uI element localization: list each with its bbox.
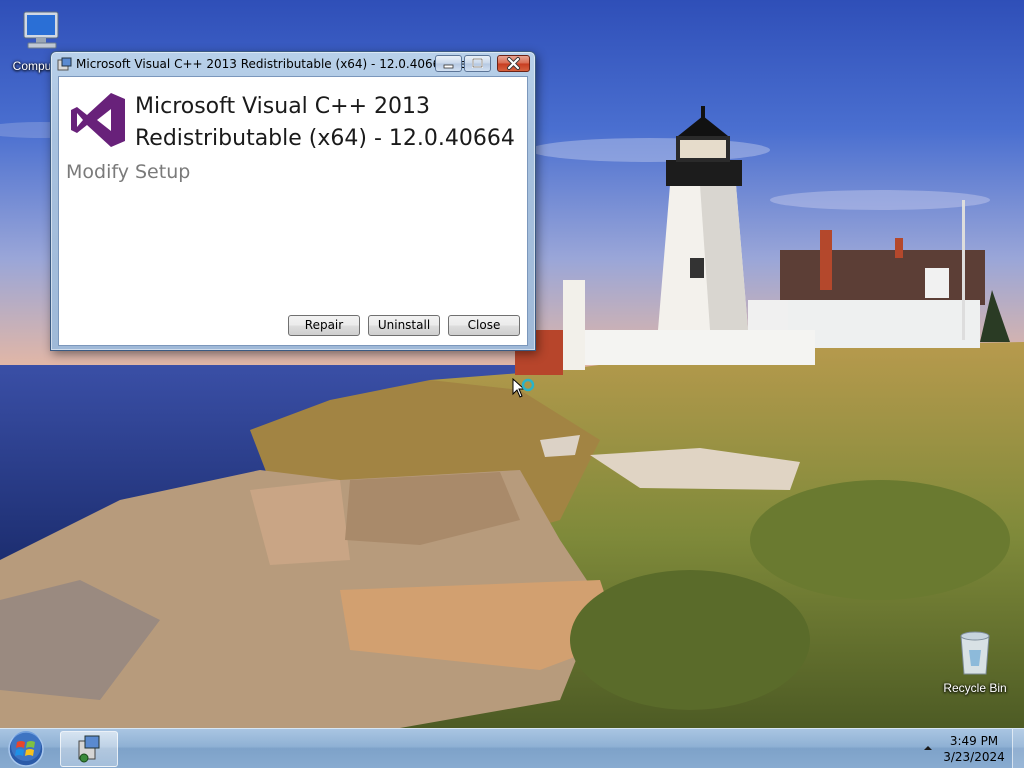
desktop-icon-label: Recycle Bin: [943, 681, 1007, 695]
computer-icon: [4, 10, 74, 57]
window-client-area: Microsoft Visual C++ 2013 Redistributabl…: [58, 76, 528, 346]
clock-time: 3:49 PM: [949, 734, 999, 748]
taskbar: 3:49 PM 3/23/2024: [0, 728, 1024, 768]
window-title: Microsoft Visual C++ 2013 Redistributabl…: [76, 57, 487, 71]
desktop-icon-recycle-bin[interactable]: Recycle Bin: [940, 630, 1010, 695]
maximize-button[interactable]: [464, 55, 491, 72]
maximize-icon: [472, 58, 483, 68]
clock-date: 3/23/2024: [943, 750, 1005, 764]
minimize-icon: [443, 64, 454, 69]
start-button[interactable]: [4, 730, 48, 768]
close-icon: [507, 57, 520, 70]
recycle-bin-icon: [940, 630, 1010, 679]
repair-button[interactable]: Repair: [288, 315, 360, 336]
setup-app-icon: [57, 57, 72, 72]
window-titlebar[interactable]: Microsoft Visual C++ 2013 Redistributabl…: [51, 52, 535, 76]
minimize-button[interactable]: [435, 55, 462, 72]
taskbar-clock[interactable]: 3:49 PM 3/23/2024: [940, 733, 1008, 765]
setup-window: Microsoft Visual C++ 2013 Redistributabl…: [50, 51, 536, 351]
product-title-line1: Microsoft Visual C++ 2013: [135, 94, 430, 119]
taskbar-item-setup[interactable]: [60, 731, 118, 767]
product-title: Microsoft Visual C++ 2013 Redistributabl…: [135, 91, 515, 155]
show-desktop-button[interactable]: [1012, 729, 1024, 768]
page-title: Modify Setup: [66, 161, 191, 183]
show-hidden-icons-icon[interactable]: [922, 742, 934, 754]
uninstall-button[interactable]: Uninstall: [368, 315, 440, 336]
visual-studio-logo-icon: [69, 91, 127, 149]
product-title-line2: Redistributable (x64) - 12.0.40664: [135, 126, 515, 151]
setup-installer-icon: [78, 735, 100, 763]
window-close-button[interactable]: [497, 55, 530, 72]
close-button[interactable]: Close: [448, 315, 520, 336]
windows-start-icon: [8, 731, 44, 767]
mouse-cursor-busy-icon: [512, 377, 538, 409]
